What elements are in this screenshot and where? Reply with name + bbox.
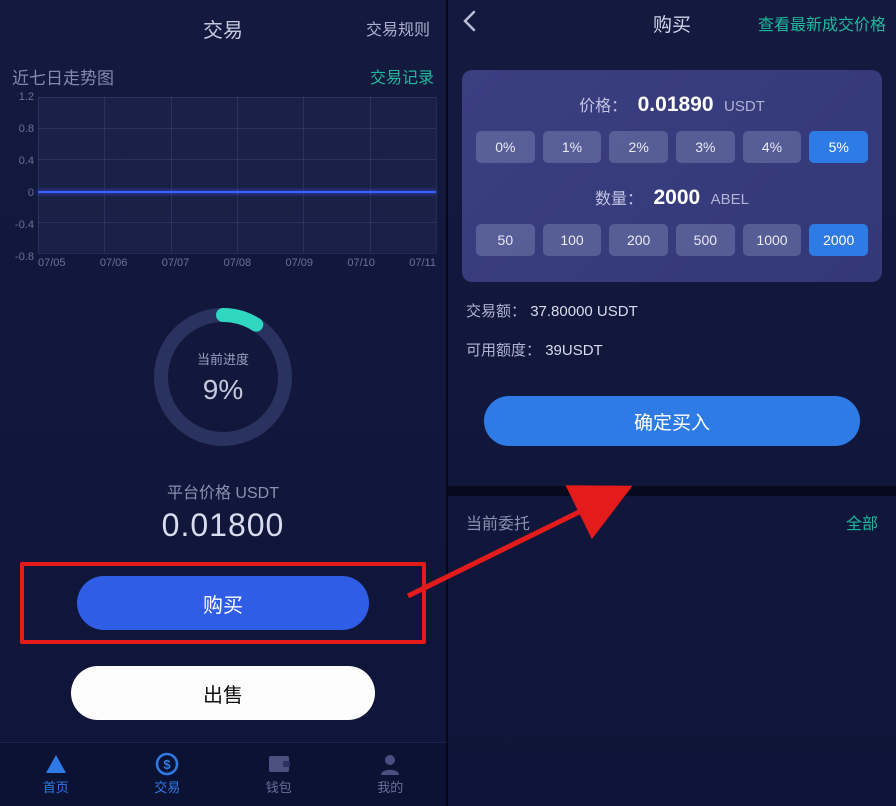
price-block: 平台价格 USDT 0.01800 [0,479,446,544]
tab-trade[interactable]: $ 交易 [112,743,224,806]
qty-chip-200[interactable]: 200 [609,224,668,256]
qty-chip-500[interactable]: 500 [676,224,735,256]
tab-home[interactable]: 首页 [0,743,112,806]
available-line: 可用额度： 39USDT [466,339,878,360]
left-header: 交易 交易规则 [0,0,446,56]
chart-plot-area [38,97,436,253]
sell-button[interactable]: 出售 [71,666,374,720]
price-field-unit: USDT [724,98,765,115]
wallet-icon [266,753,292,775]
percent-chip-1[interactable]: 1% [543,131,602,163]
progress-ring: 当前进度 9% [149,303,297,451]
price-label: 平台价格 USDT [0,479,446,503]
quantity-row: 数量： 2000 ABEL [476,185,868,210]
tab-label: 我的 [377,777,403,796]
qty-field-unit: ABEL [711,191,749,208]
buy-button-highlight: 购买 [20,562,426,644]
price-row: 价格： 0.01890 USDT [476,92,868,117]
qty-chip-2000[interactable]: 2000 [809,224,868,256]
trade-amount-line: 交易额： 37.80000 USDT [466,300,878,321]
percent-chip-4[interactable]: 4% [743,131,802,163]
amount-value: 37.80000 USDT [530,303,638,320]
chart-y-axis: 1.2 0.8 0.4 0 -0.4 -0.8 [6,97,36,257]
price-chart: 1.2 0.8 0.4 0 -0.4 -0.8 07/05 07/06 [0,97,446,277]
progress-section: 当前进度 9% [0,303,446,451]
bottom-tabbar: 首页 $ 交易 钱包 我的 [0,742,446,806]
tab-profile[interactable]: 我的 [335,743,447,806]
tab-label: 首页 [43,777,69,796]
profile-icon [377,753,403,775]
progress-value: 9% [203,374,243,406]
right-header: 购买 查看最新成交价格 [448,0,896,46]
trade-records-link[interactable]: 交易记录 [370,64,434,89]
orders-header: 当前委托 全部 [448,496,896,548]
price-value: 0.01800 [0,507,446,544]
chart-x-axis: 07/05 07/06 07/07 07/08 07/09 07/10 07/1… [38,257,436,269]
confirm-buy-button[interactable]: 确定买入 [484,396,860,446]
avail-label: 可用额度： [466,342,541,359]
qty-field-value: 2000 [653,186,700,209]
current-orders-label: 当前委托 [466,510,530,534]
buy-button[interactable]: 购买 [77,576,369,630]
percent-chips: 0% 1% 2% 3% 4% 5% [476,131,868,163]
page-title: 交易 [203,14,243,43]
tab-label: 钱包 [266,777,292,796]
qty-chip-50[interactable]: 50 [476,224,535,256]
svg-text:$: $ [164,757,172,772]
home-icon [43,753,69,775]
trade-icon: $ [154,753,180,775]
chart-title: 近七日走势图 [12,64,114,89]
tab-label: 交易 [154,777,180,796]
section-divider [448,486,896,496]
order-card: 价格： 0.01890 USDT 0% 1% 2% 3% 4% 5% 数量： 2… [462,70,882,282]
avail-value: 39USDT [545,342,603,359]
price-field-label: 价格： [579,98,627,115]
qty-chips: 50 100 200 500 1000 2000 [476,224,868,256]
percent-chip-3[interactable]: 3% [676,131,735,163]
qty-chip-1000[interactable]: 1000 [743,224,802,256]
percent-chip-5[interactable]: 5% [809,131,868,163]
sub-header: 近七日走势图 交易记录 [0,56,446,97]
price-field-value: 0.01890 [638,93,714,116]
percent-chip-2[interactable]: 2% [609,131,668,163]
chart-series-line [38,191,436,193]
back-button[interactable] [462,10,476,37]
latest-price-link[interactable]: 查看最新成交价格 [758,11,886,35]
amount-label: 交易额： [466,303,526,320]
qty-chip-100[interactable]: 100 [543,224,602,256]
progress-label: 当前进度 [197,349,249,368]
tab-wallet[interactable]: 钱包 [223,743,335,806]
percent-chip-0[interactable]: 0% [476,131,535,163]
rules-link[interactable]: 交易规则 [366,16,430,40]
chevron-left-icon [462,10,476,32]
all-orders-link[interactable]: 全部 [846,510,878,534]
qty-field-label: 数量： [595,191,643,208]
